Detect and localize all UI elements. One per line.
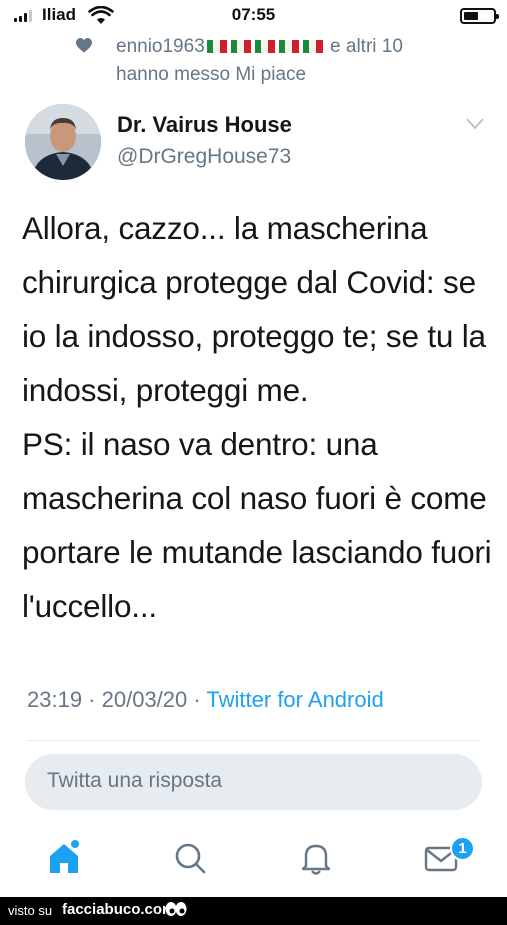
italy-flags [205,36,325,57]
reply-placeholder: Twitta una risposta [47,769,223,792]
tweet-source[interactable]: Twitter for Android [206,687,383,712]
tweet-paragraph-1: Allora, cazzo... la mascherina chirurgic… [22,210,486,408]
status-bar: Iliad 07:55 [0,0,507,32]
italy-flag-icon [302,40,323,53]
tweet-meta: 23:19 · 20/03/20 · Twitter for Android [27,687,384,712]
tweet-date: 20/03/20 [101,687,188,712]
search-icon[interactable] [170,838,210,878]
italy-flag-icon [206,40,227,53]
watermark-site: facciabuco.com [62,901,176,918]
home-icon[interactable] [44,838,84,878]
liked-by-suffix: e altri 10 [330,36,403,57]
heart-icon [76,38,92,53]
divider [27,740,480,741]
status-time: 07:55 [231,5,276,24]
italy-flag-icon [278,40,299,53]
battery-icon [460,8,499,24]
liked-by-row[interactable]: ennio1963 e altri 10 hanno messo Mi piac… [76,33,492,89]
bell-icon[interactable] [296,838,336,878]
eyes-logo-icon [165,902,187,916]
watermark-bar: visto su facciabuco.com [0,897,507,925]
author-name[interactable]: Dr. Vairus House [117,112,292,138]
tweet-text: Allora, cazzo... la mascherina chirurgic… [22,201,492,633]
tweet-time: 23:19 [27,687,83,712]
watermark-prefix: visto su [8,903,53,918]
liked-by-line2: hanno messo Mi piace [116,64,307,85]
chevron-down-icon[interactable] [466,118,484,130]
messages-badge: 1 [450,836,475,861]
italy-flag-icon [230,40,251,53]
liked-by-user[interactable]: ennio1963 [116,36,205,57]
reply-input[interactable]: Twitta una risposta [25,754,482,810]
avatar[interactable] [25,104,101,180]
author-handle[interactable]: @DrGregHouse73 [117,145,291,169]
italy-flag-icon [254,40,275,53]
avatar-portrait [25,104,101,180]
tweet-paragraph-2: PS: il naso va dentro: una mascherina co… [22,426,492,624]
